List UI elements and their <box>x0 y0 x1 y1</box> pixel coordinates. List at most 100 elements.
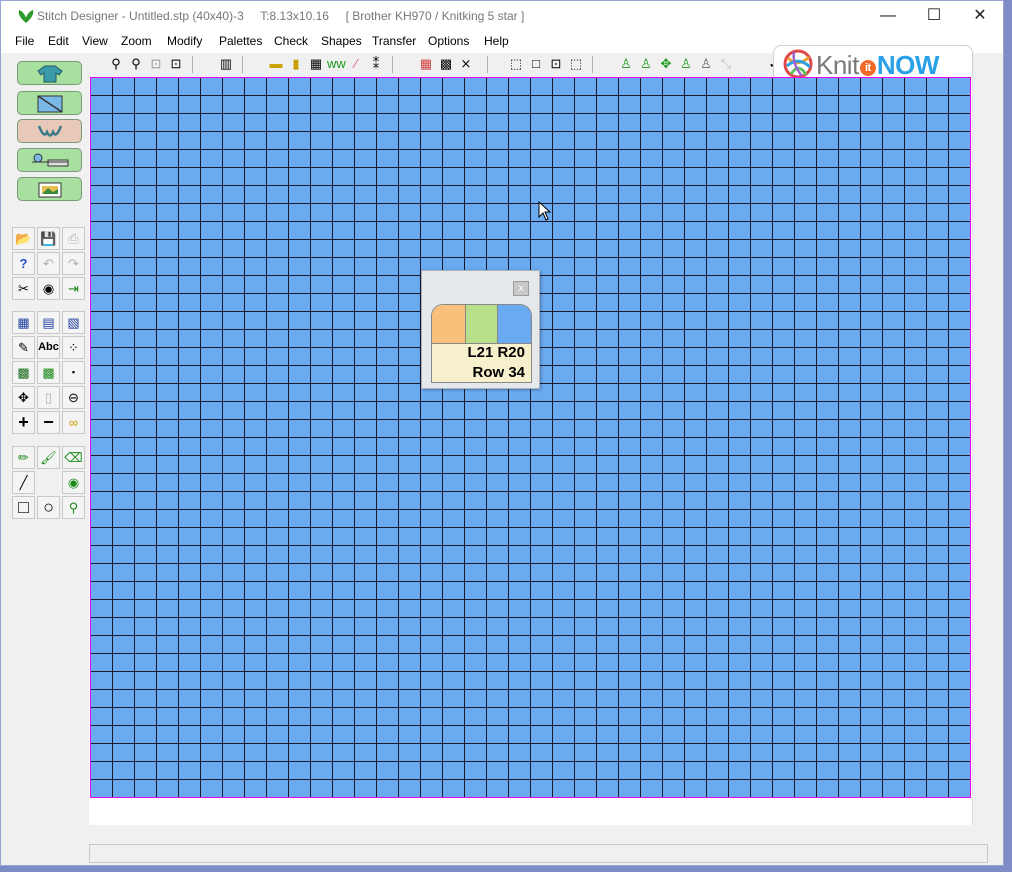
lasso-icon[interactable]: ∞ <box>62 411 85 434</box>
left-tool-panel: 📂 💾 ⎙ ? ↶ ↷ ✂ ◉ ⇥ ▦ ▤ ▧ ✎ Abc ⁘ ▩ ▩ ▪ ✥ … <box>1 53 89 827</box>
popup-info-card: L21 R20 Row 34 <box>431 304 532 383</box>
cross-pattern-icon[interactable]: ⨯ <box>457 55 475 73</box>
shaping-chart-icon <box>37 95 63 113</box>
dots-pattern-icon[interactable]: ⁘ <box>62 336 85 359</box>
save-file-icon[interactable]: 💾 <box>37 227 60 250</box>
garment-move-icon[interactable]: ✥ <box>657 55 675 73</box>
blank-tool-icon[interactable]: ▯ <box>37 386 60 409</box>
pattern-grid-icon-2[interactable]: ▤ <box>37 311 60 334</box>
brush-text-icon[interactable]: ✎ <box>12 336 35 359</box>
print-preview-icon[interactable]: ▥ <box>217 55 235 73</box>
toolbar-divider <box>242 56 243 73</box>
undo-icon[interactable]: ↶ <box>37 252 60 275</box>
zoom-window-icon[interactable]: ⊡ <box>167 55 185 73</box>
picture-icon <box>38 182 62 198</box>
menu-modify[interactable]: Modify <box>167 34 202 48</box>
color-swatch-1 <box>432 305 465 343</box>
menu-shapes[interactable]: Shapes <box>321 34 362 48</box>
close-button[interactable]: ✕ <box>957 1 1003 31</box>
help-icon[interactable]: ? <box>12 252 35 275</box>
maximize-button[interactable]: ☐ <box>911 1 957 31</box>
menu-view[interactable]: View <box>82 34 108 48</box>
chart-grid-icon[interactable]: ▩ <box>437 55 455 73</box>
cursor-info-popup[interactable]: x L21 R20 Row 34 <box>421 270 540 389</box>
vertical-scrollbar[interactable] <box>973 77 1003 825</box>
menu-zoom[interactable]: Zoom <box>121 34 152 48</box>
transform-select-icon[interactable]: ⬚ <box>567 55 585 73</box>
color-swatch-3 <box>498 305 531 343</box>
single-dot-icon[interactable]: ▪ <box>62 361 85 384</box>
mouse-pointer-icon <box>538 201 552 221</box>
rectangle-tool-icon[interactable]: □ <box>12 496 35 519</box>
garment-icon-1[interactable]: ♙ <box>617 55 635 73</box>
palette-grid-icon[interactable]: ▦ <box>417 55 435 73</box>
cut-icon[interactable]: ✂ <box>12 277 35 300</box>
circle-tool-icon[interactable]: ○ <box>37 496 60 519</box>
pencil-icon[interactable]: ✏ <box>12 446 35 469</box>
export-icon[interactable]: ⇥ <box>62 277 85 300</box>
select-icon[interactable]: ⬚ <box>507 55 525 73</box>
minimize-button[interactable]: — <box>865 1 911 31</box>
yarn-ball-logo-icon <box>783 49 813 79</box>
machine-mode-button[interactable] <box>17 148 82 172</box>
popup-close-button[interactable]: x <box>513 281 529 296</box>
pattern-grid-icon-3[interactable]: ▧ <box>62 311 85 334</box>
garment-icon-4[interactable]: ♙ <box>697 55 715 73</box>
plus-icon[interactable]: + <box>12 411 35 434</box>
stitch-grid[interactable] <box>90 77 971 798</box>
stitch-icon <box>37 125 63 137</box>
menu-file[interactable]: File <box>15 34 34 48</box>
garment-mode-button[interactable] <box>17 61 82 85</box>
paintbrush-icon[interactable]: 🖌 <box>37 446 60 469</box>
menu-transfer[interactable]: Transfer <box>372 34 416 48</box>
vertical-ruler-icon[interactable]: ▮ <box>287 55 305 73</box>
checker-icon-1[interactable]: ▩ <box>12 361 35 384</box>
move-icon[interactable]: ✥ <box>12 386 35 409</box>
title-bar[interactable]: Stitch Designer - Untitled.stp (40x40)-3… <box>1 1 1003 31</box>
pattern-grid-icon-1[interactable]: ▦ <box>12 311 35 334</box>
menu-palettes[interactable]: Palettes <box>219 34 262 48</box>
garment-icon-3[interactable]: ♙ <box>677 55 695 73</box>
toolbar-divider <box>592 56 593 73</box>
row-number-label: Row 34 <box>472 364 525 381</box>
pattern-icon[interactable]: ww <box>327 55 346 73</box>
fill-bucket-icon[interactable]: ◉ <box>62 471 85 494</box>
menu-help[interactable]: Help <box>484 34 509 48</box>
rainbow-colors-icon[interactable]: ⁄ <box>347 55 365 73</box>
garment-icon-2[interactable]: ♙ <box>637 55 655 73</box>
camera-icon[interactable]: ◉ <box>37 277 60 300</box>
picture-mode-button[interactable] <box>17 177 82 201</box>
needle-position-label: L21 R20 <box>467 344 525 361</box>
toolbar-divider <box>392 56 393 73</box>
status-bar <box>89 844 988 863</box>
line-tool-icon[interactable]: ╱ <box>12 471 35 494</box>
zoom-in-icon[interactable]: ⚲ <box>107 55 125 73</box>
window-title: Stitch Designer - Untitled.stp (40x40)-3… <box>37 9 525 23</box>
toolbar-divider <box>192 56 193 73</box>
open-file-icon[interactable]: 📂 <box>12 227 35 250</box>
eyedropper-icon[interactable]: ⚲ <box>62 496 85 519</box>
knititnow-logo: Knit it NOW <box>773 45 973 81</box>
rectangle-select-icon[interactable]: □ <box>527 55 545 73</box>
menu-options[interactable]: Options <box>428 34 469 48</box>
zoom-out-icon[interactable]: ⚲ <box>127 55 145 73</box>
print-icon[interactable]: ⎙ <box>62 227 85 250</box>
text-tool-icon[interactable]: Abc <box>37 336 60 359</box>
symbols-icon[interactable]: ⁑ <box>367 55 385 73</box>
zoom-fit-icon[interactable]: ⊡ <box>147 55 165 73</box>
minus-icon[interactable]: − <box>37 411 60 434</box>
menu-edit[interactable]: Edit <box>48 34 69 48</box>
zoom-shape-icon[interactable]: ⊖ <box>62 386 85 409</box>
horizontal-ruler-icon[interactable]: ▬ <box>267 55 285 73</box>
center-select-icon[interactable]: ⊡ <box>547 55 565 73</box>
design-canvas-area[interactable] <box>89 77 973 825</box>
menu-check[interactable]: Check <box>274 34 308 48</box>
checker-icon-2[interactable]: ▩ <box>37 361 60 384</box>
garment-disabled-icon[interactable]: ⤡ <box>717 55 735 73</box>
eraser-icon[interactable]: ⌫ <box>62 446 85 469</box>
knitting-machine-icon <box>32 153 69 167</box>
stitch-mode-button[interactable] <box>17 119 82 143</box>
redo-icon[interactable]: ↷ <box>62 252 85 275</box>
shaping-mode-button[interactable] <box>17 91 82 115</box>
grid-icon[interactable]: ▦ <box>307 55 325 73</box>
